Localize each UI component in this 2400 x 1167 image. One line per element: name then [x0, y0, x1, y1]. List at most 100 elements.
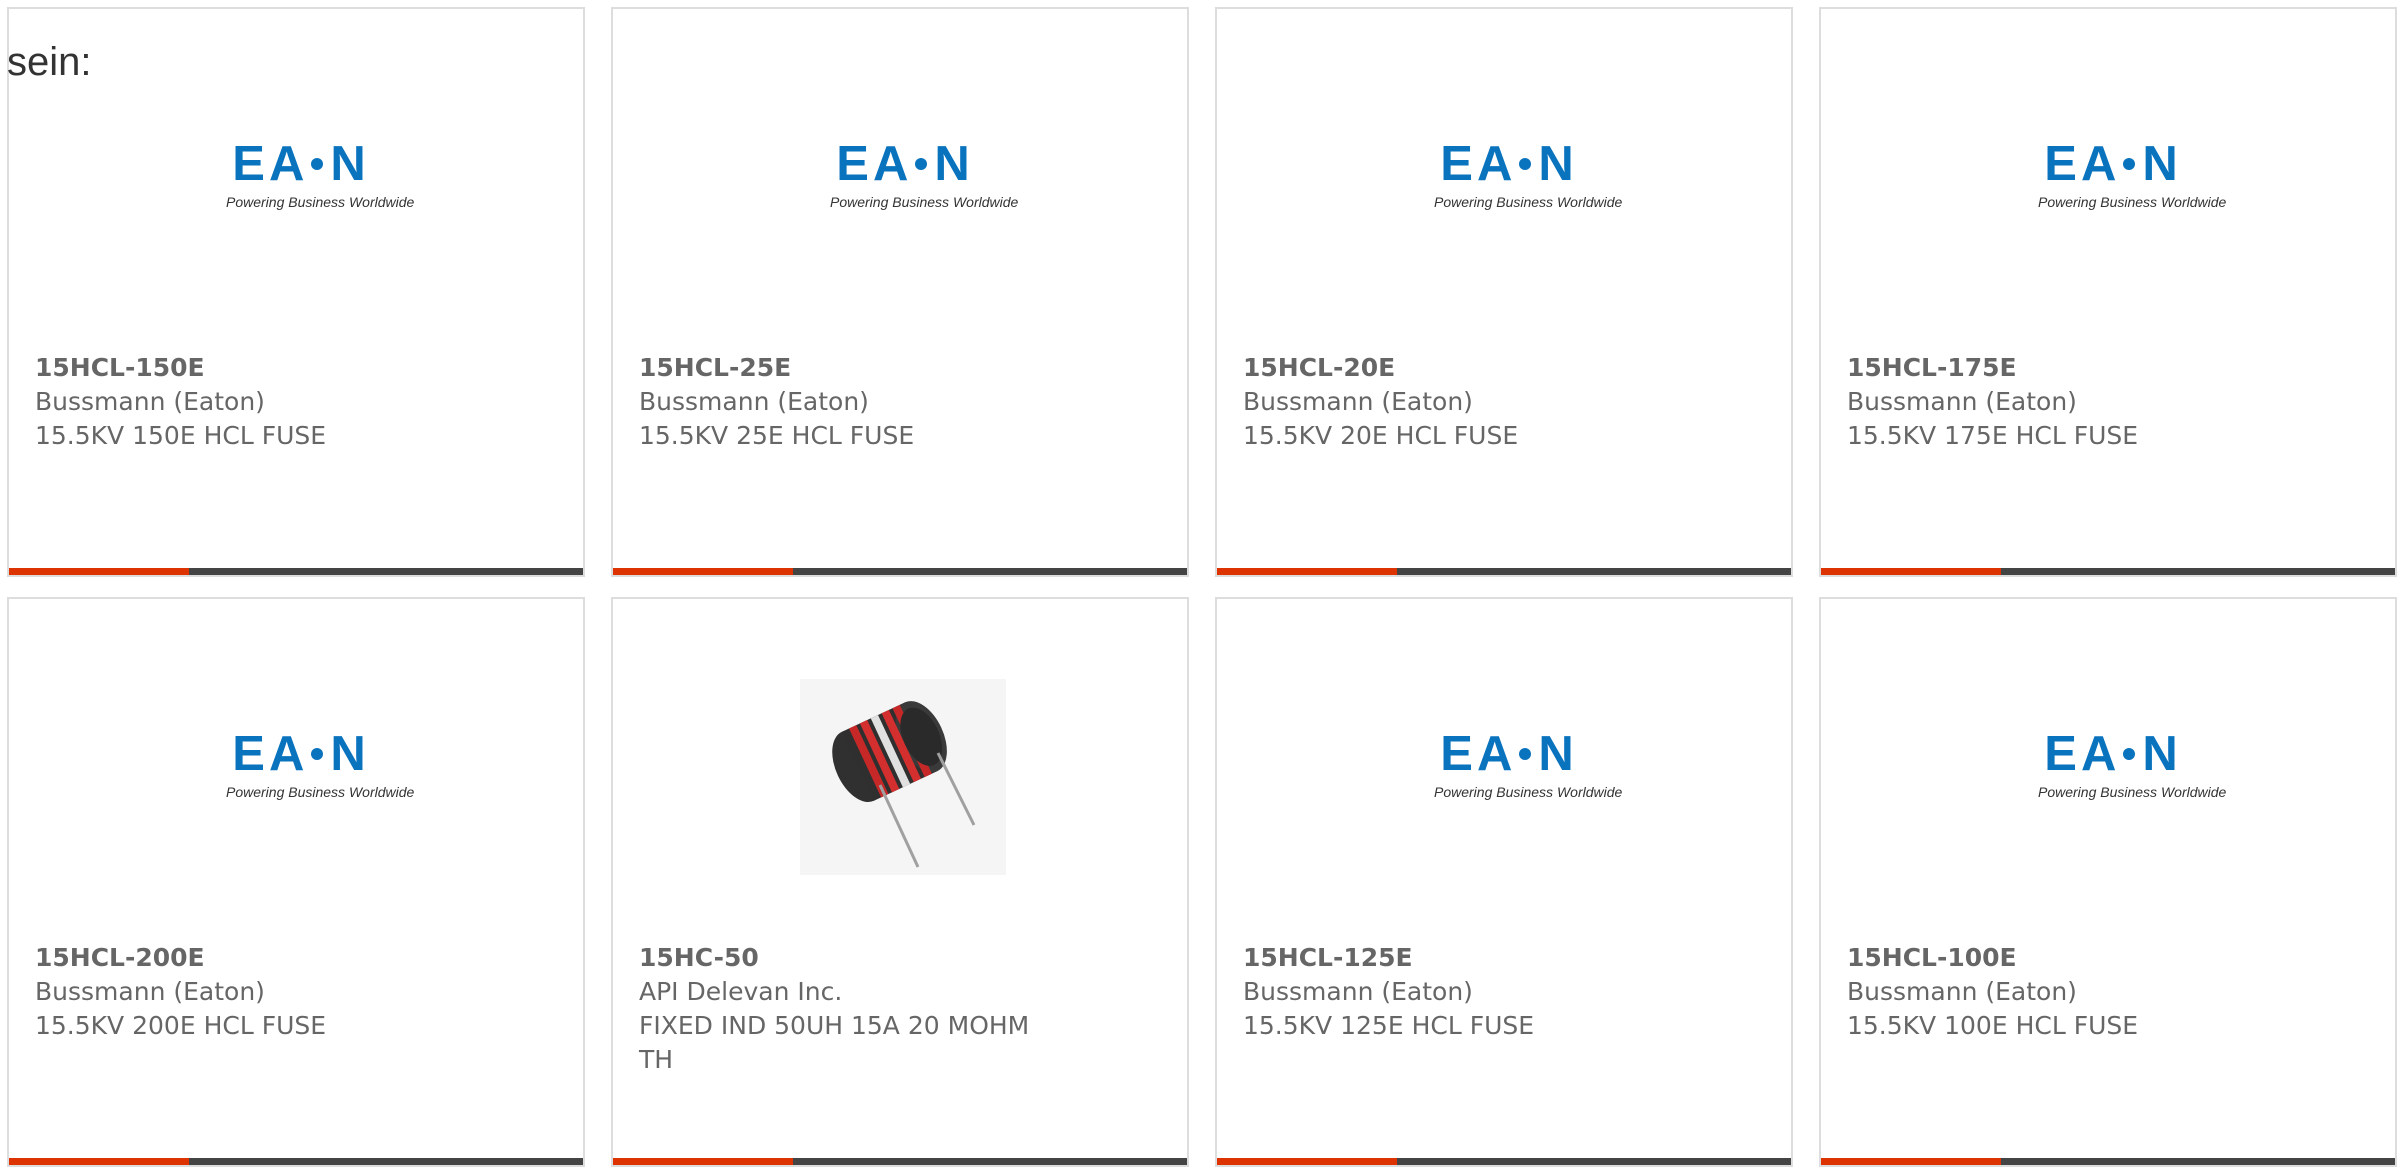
logo-tagline: Powering Business Worldwide	[226, 784, 415, 800]
product-card[interactable]: E A N Powering Business Worldwide 15HCL-…	[611, 7, 1189, 577]
eaton-wordmark: E A N	[196, 137, 402, 191]
part-number[interactable]: 15HCL-100E	[1847, 941, 2267, 975]
eaton-logo: E A N Powering Business Worldwide	[2008, 134, 2226, 220]
logo-letter: A	[1476, 137, 1513, 191]
eaton-logo: E A N Powering Business Worldwide	[196, 724, 415, 810]
card-bottom-bar	[613, 1158, 1187, 1165]
product-image-area[interactable]: E A N Powering Business Worldwide	[1821, 9, 2395, 339]
card-bottom-bar	[9, 568, 583, 575]
eaton-wordmark: E A N	[196, 727, 402, 781]
product-info: 15HCL-200E Bussmann (Eaton) 15.5KV 200E …	[35, 941, 455, 1043]
part-number[interactable]: 15HCL-200E	[35, 941, 455, 975]
logo-dot	[311, 158, 324, 170]
logo-letter: E	[232, 727, 265, 781]
manufacturer-name: Bussmann (Eaton)	[1243, 387, 1473, 416]
product-info: 15HCL-20E Bussmann (Eaton) 15.5KV 20E HC…	[1243, 351, 1663, 453]
eaton-wordmark: E A N	[1404, 727, 1610, 781]
product-info: 15HCL-150E Bussmann (Eaton) 15.5KV 150E …	[35, 351, 455, 453]
card-bottom-bar	[9, 1158, 583, 1165]
bar-accent-segment	[1217, 568, 1397, 575]
product-info: 15HCL-100E Bussmann (Eaton) 15.5KV 100E …	[1847, 941, 2267, 1043]
logo-letter: A	[1476, 727, 1513, 781]
manufacturer-name: Bussmann (Eaton)	[639, 387, 869, 416]
product-description: 15.5KV 20E HCL FUSE	[1243, 421, 1519, 450]
product-image-area[interactable]: E A N Powering Business Worldwide	[613, 9, 1187, 339]
bar-dark-segment	[2001, 568, 2395, 575]
product-info: 15HCL-175E Bussmann (Eaton) 15.5KV 175E …	[1847, 351, 2267, 453]
product-image-area[interactable]	[613, 599, 1187, 929]
product-grid-page: sein: E A N Powering Business Worldwide …	[0, 0, 2400, 1167]
part-number[interactable]: 15HCL-125E	[1243, 941, 1663, 975]
logo-dot	[1519, 158, 1532, 170]
product-description: 15.5KV 175E HCL FUSE	[1847, 421, 2139, 450]
product-card[interactable]: E A N Powering Business Worldwide 15HCL-…	[1819, 597, 2397, 1167]
logo-letter: N	[2142, 727, 2178, 781]
product-image-area[interactable]: E A N Powering Business Worldwide	[1217, 599, 1791, 929]
logo-letter: N	[330, 137, 366, 191]
manufacturer-name: Bussmann (Eaton)	[35, 387, 265, 416]
part-number[interactable]: 15HCL-20E	[1243, 351, 1663, 385]
bar-accent-segment	[9, 1158, 189, 1165]
bar-dark-segment	[1397, 568, 1791, 575]
product-image-area[interactable]: E A N Powering Business Worldwide	[9, 9, 583, 339]
bar-accent-segment	[1821, 568, 2001, 575]
manufacturer-name: Bussmann (Eaton)	[35, 977, 265, 1006]
card-bottom-bar	[1217, 1158, 1791, 1165]
product-description: 15.5KV 200E HCL FUSE	[35, 1011, 327, 1040]
product-card[interactable]: E A N Powering Business Worldwide 15HCL-…	[1215, 597, 1793, 1167]
eaton-logo: E A N Powering Business Worldwide	[1404, 724, 1623, 810]
logo-dot	[2123, 748, 2136, 760]
product-card[interactable]: E A N Powering Business Worldwide 15HCL-…	[1819, 7, 2397, 577]
logo-dot	[2123, 158, 2136, 170]
product-card[interactable]: E A N Powering Business Worldwide 15HCL-…	[1215, 7, 1793, 577]
part-number[interactable]: 15HC-50	[639, 941, 1059, 975]
product-image-area[interactable]: E A N Powering Business Worldwide	[1217, 9, 1791, 339]
bar-accent-segment	[613, 568, 793, 575]
product-card[interactable]: 15HC-50 API Delevan Inc. FIXED IND 50UH …	[611, 597, 1189, 1167]
part-number[interactable]: 15HCL-150E	[35, 351, 455, 385]
card-bottom-bar	[1821, 1158, 2395, 1165]
product-image-area[interactable]: E A N Powering Business Worldwide	[9, 599, 583, 929]
eaton-logo: E A N Powering Business Worldwide	[196, 134, 414, 220]
logo-letter: E	[2044, 727, 2077, 781]
product-description: FIXED IND 50UH 15A 20 MOHM TH	[639, 1011, 1030, 1074]
logo-tagline: Powering Business Worldwide	[1434, 194, 1623, 210]
logo-letter: A	[268, 727, 305, 781]
product-info: 15HCL-25E Bussmann (Eaton) 15.5KV 25E HC…	[639, 351, 1059, 453]
eaton-wordmark: E A N	[2008, 140, 2214, 189]
bar-accent-segment	[1217, 1158, 1397, 1165]
manufacturer-name: API Delevan Inc.	[639, 977, 843, 1006]
logo-letter: E	[1440, 727, 1473, 781]
logo-tagline: Powering Business Worldwide	[2038, 784, 2227, 800]
logo-dot	[1519, 748, 1532, 760]
product-info: 15HC-50 API Delevan Inc. FIXED IND 50UH …	[639, 941, 1059, 1077]
logo-letter: A	[268, 137, 305, 191]
product-card-grid: E A N Powering Business Worldwide 15HCL-…	[7, 7, 2400, 1167]
product-card[interactable]: E A N Powering Business Worldwide 15HCL-…	[7, 7, 585, 577]
logo-tagline: Powering Business Worldwide	[1434, 784, 1623, 800]
product-card[interactable]: E A N Powering Business Worldwide 15HCL-…	[7, 597, 585, 1167]
logo-letter: A	[872, 137, 909, 191]
product-image-area[interactable]: E A N Powering Business Worldwide	[1821, 599, 2395, 929]
product-description: 15.5KV 125E HCL FUSE	[1243, 1011, 1535, 1040]
bar-dark-segment	[793, 1158, 1187, 1165]
eaton-logo: E A N Powering Business Worldwide	[800, 134, 1019, 220]
logo-tagline: Powering Business Worldwide	[830, 194, 1019, 210]
bar-dark-segment	[189, 568, 583, 575]
product-description: 15.5KV 150E HCL FUSE	[35, 421, 327, 450]
manufacturer-name: Bussmann (Eaton)	[1847, 977, 2077, 1006]
manufacturer-name: Bussmann (Eaton)	[1847, 387, 2077, 416]
logo-letter: N	[1538, 137, 1574, 191]
logo-dot	[915, 158, 928, 170]
part-number[interactable]: 15HCL-175E	[1847, 351, 2267, 385]
product-description: 15.5KV 100E HCL FUSE	[1847, 1011, 2139, 1040]
bar-dark-segment	[189, 1158, 583, 1165]
logo-dot	[311, 748, 324, 760]
inductor-photo	[800, 679, 1006, 875]
logo-letter: N	[934, 137, 970, 191]
eaton-wordmark: E A N	[1404, 137, 1610, 191]
part-number[interactable]: 15HCL-25E	[639, 351, 1059, 385]
logo-letter: E	[1440, 137, 1473, 191]
card-bottom-bar	[613, 568, 1187, 575]
card-bottom-bar	[1821, 568, 2395, 575]
